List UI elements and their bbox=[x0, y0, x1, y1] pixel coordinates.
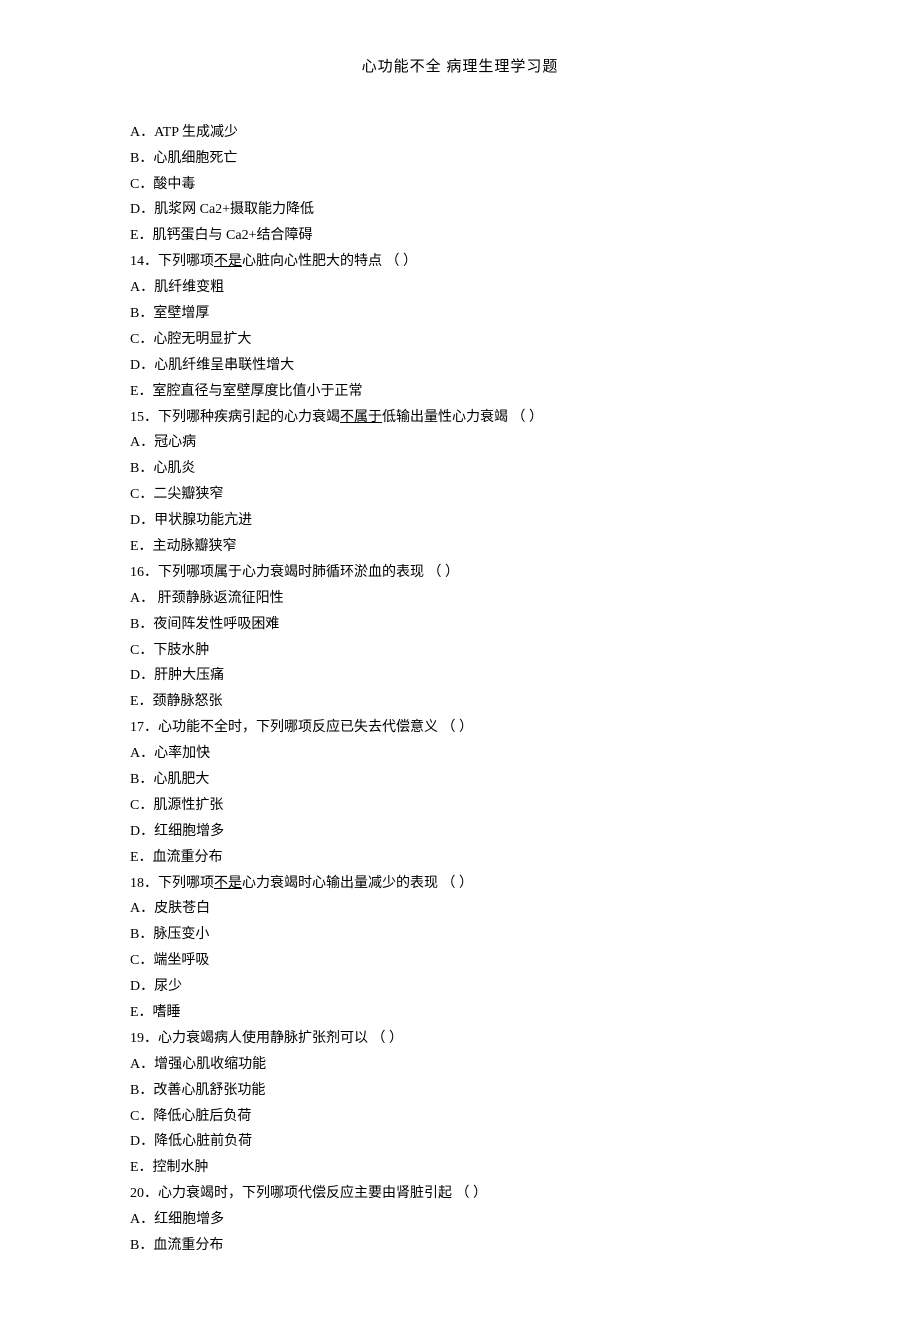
option: B．改善心肌舒张功能 bbox=[130, 1078, 790, 1104]
question-stem: 20．心力衰竭时，下列哪项代偿反应主要由肾脏引起 （ ） bbox=[130, 1181, 790, 1207]
option: D．肌浆网 Ca2+摄取能力降低 bbox=[130, 197, 790, 223]
question-stem: 16．下列哪项属于心力衰竭时肺循环淤血的表现 （ ） bbox=[130, 560, 790, 586]
option: D．尿少 bbox=[130, 974, 790, 1000]
option: D．甲状腺功能亢进 bbox=[130, 508, 790, 534]
option: E．主动脉瓣狭窄 bbox=[130, 534, 790, 560]
option: A．冠心病 bbox=[130, 430, 790, 456]
option: E．肌钙蛋白与 Ca2+结合障碍 bbox=[130, 223, 790, 249]
underline-text: 不属于 bbox=[340, 410, 382, 425]
option: A． 肝颈静脉返流征阳性 bbox=[130, 586, 790, 612]
option: C．二尖瓣狭窄 bbox=[130, 482, 790, 508]
option: E．血流重分布 bbox=[130, 845, 790, 871]
option: D．降低心脏前负荷 bbox=[130, 1129, 790, 1155]
option: A．红细胞增多 bbox=[130, 1207, 790, 1233]
option: E．室腔直径与室壁厚度比值小于正常 bbox=[130, 379, 790, 405]
option: B．心肌细胞死亡 bbox=[130, 146, 790, 172]
option: D．红细胞增多 bbox=[130, 819, 790, 845]
q18: 18．下列哪项不是心力衰竭时心输出量减少的表现 （ ） A．皮肤苍白 B．脉压变… bbox=[130, 871, 790, 1026]
question-stem: 15．下列哪种疾病引起的心力衰竭不属于低输出量性心力衰竭 （ ） bbox=[130, 405, 790, 431]
option: E．控制水肿 bbox=[130, 1155, 790, 1181]
option: B．心肌炎 bbox=[130, 456, 790, 482]
option: C．肌源性扩张 bbox=[130, 793, 790, 819]
underline-text: 不是 bbox=[214, 254, 242, 269]
option: D．心肌纤维呈串联性增大 bbox=[130, 353, 790, 379]
option: A．心率加快 bbox=[130, 741, 790, 767]
option: B．室壁增厚 bbox=[130, 301, 790, 327]
option: E．颈静脉怒张 bbox=[130, 689, 790, 715]
option: B．夜间阵发性呼吸困难 bbox=[130, 612, 790, 638]
option: C．下肢水肿 bbox=[130, 638, 790, 664]
option: A．增强心肌收缩功能 bbox=[130, 1052, 790, 1078]
option: A．皮肤苍白 bbox=[130, 896, 790, 922]
option: D．肝肿大压痛 bbox=[130, 663, 790, 689]
option: B．血流重分布 bbox=[130, 1233, 790, 1259]
option: E．嗜睡 bbox=[130, 1000, 790, 1026]
underline-text: 不是 bbox=[214, 876, 242, 891]
option: C．端坐呼吸 bbox=[130, 948, 790, 974]
question-stem: 14．下列哪项不是心脏向心性肥大的特点 （ ） bbox=[130, 249, 790, 275]
q19: 19．心力衰竭病人使用静脉扩张剂可以 （ ） A．增强心肌收缩功能 B．改善心肌… bbox=[130, 1026, 790, 1181]
question-stem: 17．心功能不全时，下列哪项反应已失去代偿意义 （ ） bbox=[130, 715, 790, 741]
q15: 15．下列哪种疾病引起的心力衰竭不属于低输出量性心力衰竭 （ ） A．冠心病 B… bbox=[130, 405, 790, 560]
page-title: 心功能不全 病理生理学习题 bbox=[130, 54, 790, 82]
q20: 20．心力衰竭时，下列哪项代偿反应主要由肾脏引起 （ ） A．红细胞增多 B．血… bbox=[130, 1181, 790, 1259]
option: A．肌纤维变粗 bbox=[130, 275, 790, 301]
q14: 14．下列哪项不是心脏向心性肥大的特点 （ ） A．肌纤维变粗 B．室壁增厚 C… bbox=[130, 249, 790, 404]
option: B．心肌肥大 bbox=[130, 767, 790, 793]
option: C．酸中毒 bbox=[130, 172, 790, 198]
q13-options: A．ATP 生成减少 B．心肌细胞死亡 C．酸中毒 D．肌浆网 Ca2+摄取能力… bbox=[130, 120, 790, 249]
q16: 16．下列哪项属于心力衰竭时肺循环淤血的表现 （ ） A． 肝颈静脉返流征阳性 … bbox=[130, 560, 790, 715]
q17: 17．心功能不全时，下列哪项反应已失去代偿意义 （ ） A．心率加快 B．心肌肥… bbox=[130, 715, 790, 870]
option: B．脉压变小 bbox=[130, 922, 790, 948]
question-stem: 18．下列哪项不是心力衰竭时心输出量减少的表现 （ ） bbox=[130, 871, 790, 897]
option: C．心腔无明显扩大 bbox=[130, 327, 790, 353]
question-stem: 19．心力衰竭病人使用静脉扩张剂可以 （ ） bbox=[130, 1026, 790, 1052]
option: A．ATP 生成减少 bbox=[130, 120, 790, 146]
option: C．降低心脏后负荷 bbox=[130, 1104, 790, 1130]
